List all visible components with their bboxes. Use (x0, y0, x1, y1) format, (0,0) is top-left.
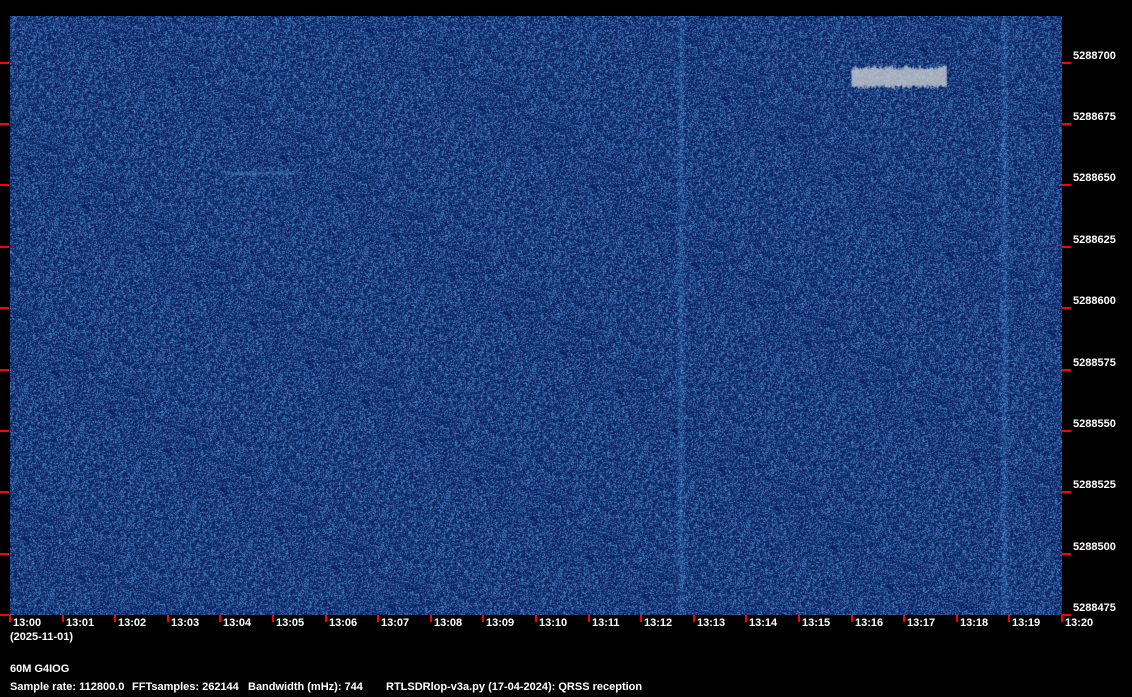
x-tick-mark (798, 615, 800, 622)
x-tick-mark (482, 615, 484, 622)
x-tick-label: 13:05 (276, 617, 305, 629)
station-label: 60M G4IOG (10, 663, 70, 675)
x-tick-label: 13:17 (907, 617, 936, 629)
x-tick-mark (851, 615, 853, 622)
x-tick-label: 13:09 (486, 617, 515, 629)
y-tick-label: 5288675 (1073, 111, 1116, 123)
x-tick-mark (1061, 615, 1063, 622)
x-tick-mark (167, 615, 169, 622)
x-tick-mark (114, 615, 116, 622)
x-tick-mark (745, 615, 747, 622)
sample-rate: Sample rate: 112800.0 (10, 681, 125, 693)
y-tick-mark-right (1062, 491, 1071, 493)
y-tick-mark-left (0, 614, 9, 616)
x-tick-mark (1008, 615, 1010, 622)
x-tick-label: 13:12 (644, 617, 673, 629)
x-tick-label: 13:01 (66, 617, 95, 629)
y-tick-mark-right (1062, 184, 1071, 186)
x-tick-mark (903, 615, 905, 622)
x-tick-mark (9, 615, 11, 622)
date-label: (2025-11-01) (10, 631, 73, 643)
x-tick-mark (535, 615, 537, 622)
x-tick-mark (640, 615, 642, 622)
x-tick-mark (62, 615, 64, 622)
y-tick-mark-left (0, 123, 9, 125)
y-tick-mark-right (1062, 553, 1071, 555)
y-tick-label: 5288525 (1073, 479, 1116, 491)
y-tick-mark-right (1062, 246, 1071, 248)
y-tick-mark-right (1062, 614, 1071, 616)
spectrogram-waterfall (10, 16, 1062, 615)
y-tick-mark-right (1062, 307, 1071, 309)
y-tick-mark-right (1062, 430, 1071, 432)
x-tick-mark (693, 615, 695, 622)
fft-samples: FFTsamples: 262144 (132, 681, 239, 693)
x-tick-label: 13:03 (171, 617, 200, 629)
x-tick-label: 13:14 (749, 617, 778, 629)
y-tick-label: 5288550 (1073, 418, 1116, 430)
x-tick-mark (377, 615, 379, 622)
x-tick-label: 13:07 (381, 617, 410, 629)
x-tick-label: 13:00 (13, 617, 42, 629)
x-tick-label: 13:16 (855, 617, 884, 629)
x-tick-label: 13:11 (592, 617, 620, 629)
bandwidth: Bandwidth (mHz): 744 (248, 681, 363, 693)
y-tick-mark-left (0, 491, 9, 493)
y-tick-label: 5288700 (1073, 50, 1116, 62)
y-tick-mark-right (1062, 62, 1071, 64)
y-tick-mark-left (0, 369, 9, 371)
x-tick-label: 13:20 (1065, 617, 1094, 629)
x-tick-mark (325, 615, 327, 622)
y-tick-label: 5288600 (1073, 295, 1116, 307)
y-tick-mark-left (0, 307, 9, 309)
software-info: RTLSDRlop-v3a.py (17-04-2024): QRSS rece… (386, 681, 643, 693)
y-tick-mark-left (0, 553, 9, 555)
y-tick-mark-left (0, 430, 9, 432)
x-tick-mark (430, 615, 432, 622)
y-tick-mark-left (0, 184, 9, 186)
y-tick-label: 5288650 (1073, 172, 1116, 184)
x-tick-mark (956, 615, 958, 622)
y-tick-mark-right (1062, 123, 1071, 125)
x-tick-label: 13:06 (329, 617, 358, 629)
y-tick-mark-left (0, 246, 9, 248)
x-tick-label: 13:15 (802, 617, 831, 629)
x-tick-label: 13:13 (697, 617, 726, 629)
y-tick-label: 5288575 (1073, 357, 1116, 369)
x-tick-label: 13:08 (434, 617, 463, 629)
y-tick-mark-right (1062, 369, 1071, 371)
x-tick-label: 13:10 (539, 617, 568, 629)
x-tick-mark (272, 615, 274, 622)
x-tick-label: 13:19 (1012, 617, 1041, 629)
x-tick-mark (219, 615, 221, 622)
x-tick-label: 13:02 (118, 617, 147, 629)
x-tick-label: 13:04 (223, 617, 252, 629)
y-tick-label: 5288475 (1073, 602, 1116, 614)
y-tick-mark-left (0, 62, 9, 64)
x-tick-label: 13:18 (960, 617, 989, 629)
y-tick-label: 5288500 (1073, 541, 1116, 553)
y-tick-label: 5288625 (1073, 234, 1116, 246)
x-tick-mark (588, 615, 590, 622)
